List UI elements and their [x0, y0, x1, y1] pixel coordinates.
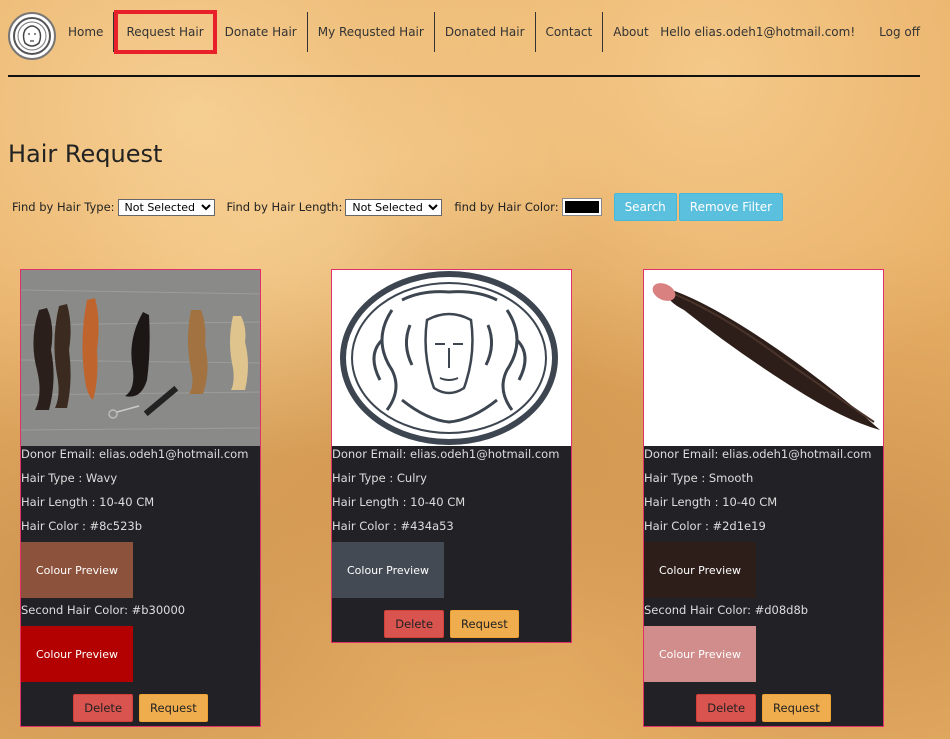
hair-type-select[interactable]: Not Selected — [117, 198, 215, 216]
hair-color: Hair Color : #8c523b — [21, 519, 143, 533]
nav-account: Hello elias.odeh1@hotmail.com! Log off — [636, 12, 920, 52]
hair-type: Hair Type : Wavy — [21, 471, 118, 485]
nav-menu: Home Request Hair Donate Hair My Requste… — [58, 10, 659, 54]
hair-length-select[interactable]: Not Selected — [345, 198, 443, 216]
nav-home[interactable]: Home — [58, 12, 115, 52]
second-hair-color: Second Hair Color: #b30000 — [21, 603, 186, 617]
filter-bar: Find by Hair Type: Not Selected Find by … — [12, 193, 785, 221]
request-button[interactable]: Request — [762, 694, 831, 722]
nav-my-requested-hair[interactable]: My Requsted Hair — [308, 12, 435, 52]
request-button[interactable]: Request — [450, 610, 519, 638]
color-picker-fill — [564, 201, 599, 213]
nav-request-hair[interactable]: Request Hair — [114, 10, 217, 54]
colour-preview: Colour Preview — [332, 542, 444, 598]
medusa-logo-icon[interactable] — [8, 12, 56, 60]
donor-email: Donor Email: elias.odeh1@hotmail.com — [21, 447, 249, 461]
page-title: Hair Request — [8, 140, 163, 168]
request-button[interactable]: Request — [139, 694, 208, 722]
hair-color-label: find by Hair Color: — [454, 200, 559, 214]
remove-filter-button[interactable]: Remove Filter — [678, 193, 784, 221]
hair-color: Hair Color : #434a53 — [332, 519, 454, 533]
colour-preview: Colour Preview — [644, 542, 756, 598]
hair-card: Donor Email: elias.odeh1@hotmail.com Hai… — [20, 269, 261, 727]
colour-preview: Colour Preview — [21, 542, 133, 598]
card-actions: Delete Request — [332, 602, 571, 642]
delete-button[interactable]: Delete — [696, 694, 757, 722]
hair-length: Hair Length : 10-40 CM — [332, 495, 466, 509]
search-button[interactable]: Search — [613, 193, 677, 221]
hair-card: Donor Email: elias.odeh1@hotmail.com Hai… — [331, 269, 572, 643]
hair-length-label: Find by Hair Length: — [226, 200, 343, 214]
donor-email: Donor Email: elias.odeh1@hotmail.com — [644, 447, 872, 461]
second-colour-preview: Colour Preview — [21, 626, 133, 682]
logoff-link[interactable]: Log off — [855, 12, 920, 52]
hair-length: Hair Length : 10-40 CM — [21, 495, 155, 509]
hair-type-label: Find by Hair Type: — [12, 200, 115, 214]
nav-divider — [8, 75, 920, 77]
medusa-logo-image — [332, 270, 571, 446]
delete-button[interactable]: Delete — [73, 694, 134, 722]
hair-card: Donor Email: elias.odeh1@hotmail.com Hai… — [643, 269, 884, 727]
navbar: Home Request Hair Donate Hair My Requste… — [0, 0, 950, 78]
donor-email: Donor Email: elias.odeh1@hotmail.com — [332, 447, 560, 461]
nav-donated-hair[interactable]: Donated Hair — [435, 12, 536, 52]
hair-length: Hair Length : 10-40 CM — [644, 495, 778, 509]
user-greeting-link[interactable]: Hello elias.odeh1@hotmail.com! — [636, 12, 855, 52]
second-hair-color: Second Hair Color: #d08d8b — [644, 603, 809, 617]
hair-bundle-image — [644, 270, 883, 446]
hair-type: Hair Type : Culry — [332, 471, 427, 485]
hair-color-picker[interactable] — [561, 198, 602, 216]
card-actions: Delete Request — [21, 686, 260, 726]
nav-contact[interactable]: Contact — [536, 12, 604, 52]
hair-type: Hair Type : Smooth — [644, 471, 754, 485]
card-actions: Delete Request — [644, 686, 883, 726]
hair-samples-image — [21, 270, 260, 446]
delete-button[interactable]: Delete — [384, 610, 445, 638]
hair-color: Hair Color : #2d1e19 — [644, 519, 766, 533]
second-colour-preview: Colour Preview — [644, 626, 756, 682]
nav-donate-hair[interactable]: Donate Hair — [215, 12, 308, 52]
